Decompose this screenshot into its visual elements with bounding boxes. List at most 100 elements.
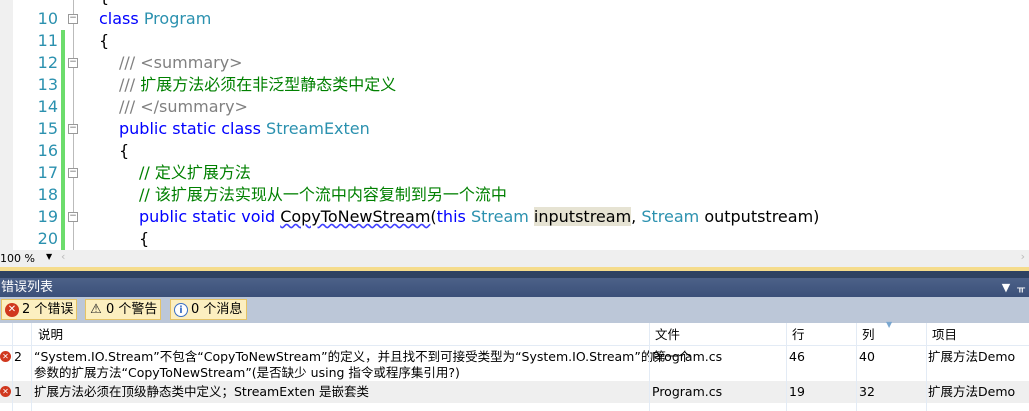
code-text: class Program [99,8,211,30]
panel-title: 错误列表 [1,280,54,295]
row-column: 40 [859,349,875,364]
column-header-file[interactable]: 文件 [651,327,680,343]
warnings-filter-button[interactable]: ⚠ 0 个警告 [85,299,161,320]
code-token: this [436,207,471,226]
line-number: 15 [37,119,58,138]
pin-icon[interactable]: ᚂ [1017,281,1025,294]
row-line: 19 [789,384,805,399]
dropdown-icon[interactable]: ▼ [1002,281,1010,294]
scroll-right-icon[interactable]: › [1021,250,1025,263]
sort-icon: ▼ [886,320,893,329]
code-line: { [0,0,1029,8]
code-line: 15− public static class StreamExten [0,118,1029,140]
code-token: StreamExten [266,119,370,138]
line-number: 17 [37,163,58,182]
code-token: Stream [641,207,705,226]
code-token: public static class [119,119,267,138]
code-line: 11 { [0,30,1029,52]
code-token: { [119,141,130,160]
line-number: 20 [37,229,58,248]
collapse-icon[interactable]: − [68,212,78,222]
code-line: 18 // 该扩展方法实现从一个流中内容复制到另一个流中 [0,184,1029,206]
code-line: 10− class Program [0,8,1029,30]
line-number: 13 [37,75,58,94]
code-text: { [119,140,129,162]
info-icon: i [174,303,188,317]
row-file: Program.cs [652,384,723,399]
collapse-icon[interactable]: − [68,168,78,178]
code-editor[interactable]: { 10−class Program11{12−/// <summary>13/… [0,0,1029,250]
code-token: class [99,9,144,28]
error-list-toolbar: ✕ 2 个错误 ⚠ 0 个警告 i0 个消息 [0,297,1029,323]
zoom-bar: 100 % ▼ ‹ › [0,250,1029,267]
messages-filter-button[interactable]: i0 个消息 [170,299,247,320]
table-header: 说明 文件 行 列 ▼ 项目 [0,320,1029,346]
row-project: 扩展方法Demo [928,349,1016,364]
code-text: public static class StreamExten [119,118,370,140]
code-line: 13 /// 扩展方法必须在非泛型静态类中定义 [0,74,1029,96]
code-token: /// </summary> [119,97,248,116]
row-description: “System.IO.Stream”不包含“CopyToNewStream”的定… [34,349,691,380]
line-number: 10 [37,9,58,28]
column-header-column[interactable]: 列 [858,327,875,343]
code-line: 19− public static void CopyToNewStream(th… [0,206,1029,228]
scroll-left-icon[interactable]: ‹ [61,250,65,263]
code-token: /// <summary> [119,53,243,72]
row-line: 46 [789,349,805,364]
table-row[interactable]: ✕ 2 “System.IO.Stream”不包含“CopyToNewStrea… [0,346,1029,381]
code-token: Stream [470,207,534,226]
zoom-level[interactable]: 100 % [0,252,35,265]
line-number: 16 [37,141,58,160]
error-table: 说明 文件 行 列 ▼ 项目 ✕ 2 “System.IO.Stream”不包含… [0,320,1029,411]
row-description: 扩展方法必须在顶级静态类中定义；StreamExten 是嵌套类 [34,384,370,399]
panel-grip [0,271,1029,278]
code-text: /// 扩展方法必须在非泛型静态类中定义 [119,74,396,96]
column-header-description[interactable]: 说明 [34,327,63,343]
code-line: 12− /// <summary> [0,52,1029,74]
column-header-project[interactable]: 项目 [928,327,957,343]
code-token: outputstream) [704,207,820,226]
code-text: { [139,228,149,250]
code-text: /// <summary> [119,52,243,74]
code-text: /// </summary> [119,96,248,118]
errors-filter-button[interactable]: ✕ 2 个错误 [1,299,77,320]
collapse-icon[interactable]: − [68,14,78,24]
error-list-titlebar: 错误列表 ▼ ᚂ [0,278,1029,297]
line-number: 19 [37,207,58,226]
messages-label: 0 个消息 [191,302,243,317]
line-number: 12 [37,53,58,72]
column-header-line[interactable]: 行 [788,327,805,343]
collapse-icon[interactable]: − [68,124,78,134]
code-line: 17− // 定义扩展方法 [0,162,1029,184]
line-number: 14 [37,97,58,116]
code-line: 20 { [0,228,1029,250]
row-column: 32 [859,384,875,399]
code-text: { [99,30,109,52]
code-token: inputstream [533,207,632,226]
warnings-label: 0 个警告 [106,302,158,317]
errors-label: 2 个错误 [22,302,74,317]
code-token: { [139,229,150,248]
code-token: // 定义扩展方法 [139,163,251,182]
code-token: // 该扩展方法实现从一个流中内容复制到另一个流中 [139,185,507,204]
code-token: , [631,207,642,226]
code-token: 扩展方法必须在非泛型静态类中定义 [140,75,397,94]
line-number: 18 [37,185,58,204]
code-text: // 定义扩展方法 [139,162,251,184]
code-text: // 该扩展方法实现从一个流中内容复制到另一个流中 [139,184,507,206]
code-token: Program [143,9,212,28]
row-file: Program.cs [652,349,723,364]
error-icon: ✕ [5,303,19,317]
code-token: { [99,31,110,50]
table-row[interactable]: ✕ 1 扩展方法必须在顶级静态类中定义；StreamExten 是嵌套类 Pro… [0,381,1029,403]
warning-icon: ⚠ [90,302,102,317]
collapse-icon[interactable]: − [68,58,78,68]
code-token: public static void [139,207,281,226]
code-token: CopyToNewStream [280,207,431,226]
code-token: /// [119,75,141,94]
chevron-down-icon[interactable]: ▼ [46,252,52,261]
row-project: 扩展方法Demo [928,384,1016,399]
code-line: 14 /// </summary> [0,96,1029,118]
code-line: 16 { [0,140,1029,162]
code-text: public static void CopyToNewStream(this … [139,206,819,228]
